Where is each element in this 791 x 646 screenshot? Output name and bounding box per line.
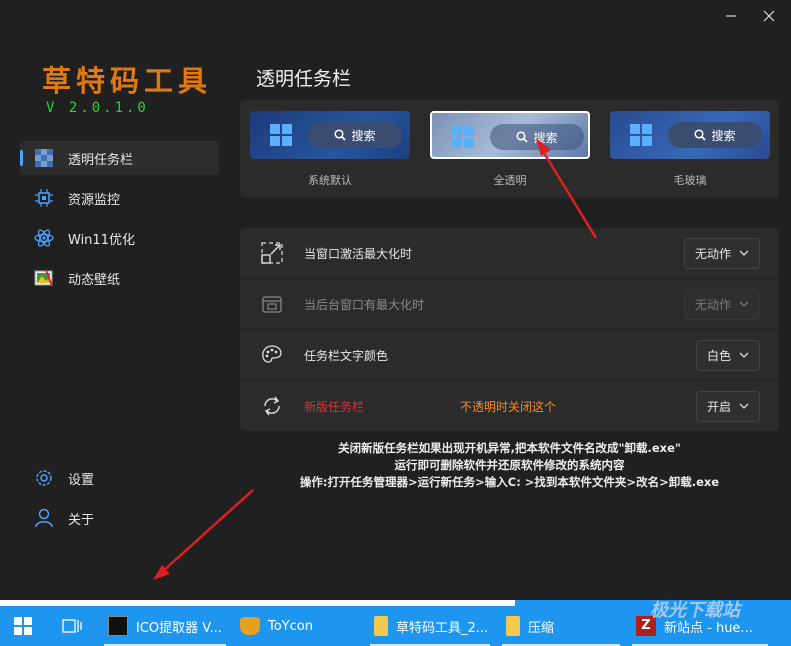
chevron-down-icon [739, 352, 749, 358]
minimize-icon [726, 15, 736, 17]
sidebar-item-win11-optimize[interactable]: Win11优化 [20, 221, 219, 255]
new-taskbar-dropdown[interactable]: 开启 [695, 390, 760, 422]
sidebar-bottom: 设置 关于 [20, 461, 219, 541]
ico-extractor-icon [108, 616, 128, 636]
notice-line: 运行即可删除软件并还原软件修改的系统内容 [394, 458, 625, 472]
windows-start-icon [14, 617, 32, 635]
sidebar-item-label: 设置 [68, 472, 95, 488]
close-button[interactable] [761, 8, 777, 24]
dropdown-value: 无动作 [694, 246, 731, 261]
sidebar-item-label: 透明任务栏 [68, 152, 134, 168]
sidebar-item-resource-monitor[interactable]: 资源监控 [20, 181, 219, 215]
task-view-icon [62, 619, 82, 633]
start-button[interactable] [14, 606, 32, 646]
window-background-icon [260, 292, 284, 316]
dropdown-value: 白色 [706, 348, 731, 363]
text-color-dropdown[interactable]: 白色 [695, 339, 760, 371]
taskbar-style-panel: 搜索 系统默认 搜索 全透明 搜索 毛玻璃 [240, 100, 779, 198]
background-maximized-dropdown: 无动作 [683, 288, 760, 320]
setting-row-text-color: 任务栏文字颜色 白色 [240, 330, 779, 380]
windows-logo-icon [452, 126, 474, 148]
task-view-button[interactable] [62, 606, 82, 646]
style-label: 全透明 [493, 174, 527, 187]
setting-label: 任务栏文字颜色 [304, 348, 389, 363]
gear-icon [34, 468, 54, 488]
maximize-icon [260, 241, 284, 265]
taskbar-item-label: 压缩 [528, 620, 555, 636]
notice-line: 操作:打开任务管理器>运行新任务>输入C: >找到本软件文件夹>改名>卸载.ex… [299, 475, 720, 489]
chip-icon [34, 188, 54, 208]
watermark: 极光下载站 [650, 600, 740, 621]
window-controls [723, 8, 777, 24]
style-card-frosted-glass[interactable]: 搜索 [610, 111, 770, 159]
sidebar-item-settings[interactable]: 设置 [20, 461, 219, 495]
refresh-icon [260, 394, 284, 418]
taskbar-item-ico-extractor[interactable]: ICO提取器 V... [104, 606, 226, 646]
chevron-down-icon [739, 301, 749, 307]
folder-icon [374, 616, 388, 636]
taskbar-item-toycon[interactable]: ToYcon [240, 606, 313, 646]
setting-note: 不透明时关闭这个 [460, 399, 557, 414]
setting-row-background-maximized: 当后台窗口有最大化时 无动作 [240, 279, 779, 329]
windows-logo-icon [630, 124, 652, 146]
setting-row-new-taskbar: 新版任务栏 不透明时关闭这个 开启 [240, 381, 779, 431]
style-label: 系统默认 [308, 174, 352, 187]
windows-logo-icon [270, 124, 292, 146]
sidebar: 透明任务栏 资源监控 Win11优化 动态壁纸 [20, 141, 219, 301]
taskbar-item-folder-compress[interactable]: 压缩 [502, 606, 620, 646]
settings-list: 当窗口激活最大化时 无动作 当后台窗口有最大化时 无动作 任务栏文字颜色 白色 [240, 228, 779, 432]
dropdown-value: 无动作 [694, 297, 731, 312]
chevron-down-icon [739, 403, 749, 409]
setting-label: 新版任务栏 [304, 399, 365, 414]
wallpaper-icon [34, 268, 54, 288]
minimize-button[interactable] [723, 8, 739, 24]
setting-label: 当后台窗口有最大化时 [304, 297, 425, 312]
search-label: 搜索 [711, 128, 736, 143]
search-label: 搜索 [351, 128, 376, 143]
setting-row-active-maximized: 当窗口激活最大化时 无动作 [240, 228, 779, 278]
search-box-preview: 搜索 [308, 122, 402, 148]
sidebar-item-label: 关于 [68, 512, 95, 528]
app-logo: 草特码工具 [42, 64, 213, 98]
page-title: 透明任务栏 [256, 68, 352, 90]
style-label: 毛玻璃 [673, 174, 707, 187]
style-card-full-transparent[interactable]: 搜索 [430, 111, 590, 159]
sidebar-item-label: 资源监控 [68, 192, 121, 208]
app-window: 草特码工具 V 2.0.1.0 透明任务栏 资源监控 Win11优化 动态壁纸 [0, 0, 791, 600]
taskbar-item-label: ICO提取器 V... [136, 620, 222, 636]
app-version: V 2.0.1.0 [46, 100, 149, 116]
uninstall-notice: 关闭新版任务栏如果出现开机异常,把本软件文件名改成"卸载.exe" 运行即可删除… [240, 440, 779, 491]
active-maximized-dropdown[interactable]: 无动作 [683, 237, 760, 269]
notice-line: 关闭新版任务栏如果出现开机异常,把本软件文件名改成"卸载.exe" [338, 441, 681, 455]
dropdown-value: 开启 [706, 399, 731, 414]
search-box-preview: 搜索 [668, 122, 762, 148]
search-label: 搜索 [533, 130, 558, 145]
style-card-system-default[interactable]: 搜索 [250, 111, 410, 159]
search-icon [334, 129, 347, 141]
atom-icon [34, 228, 54, 248]
mosaic-icon [34, 148, 54, 168]
taskbar-item-folder-tool[interactable]: 草特码工具_2... [370, 606, 490, 646]
sidebar-item-dynamic-wallpaper[interactable]: 动态壁纸 [20, 261, 219, 295]
taskbar-item-label: 草特码工具_2... [396, 620, 489, 636]
setting-label: 当窗口激活最大化时 [304, 246, 413, 261]
sidebar-item-about[interactable]: 关于 [20, 501, 219, 535]
sidebar-item-label: Win11优化 [68, 232, 135, 248]
user-icon [34, 508, 54, 528]
search-icon [516, 131, 529, 143]
chevron-down-icon [739, 250, 749, 256]
palette-icon [260, 343, 284, 367]
sidebar-item-label: 动态壁纸 [68, 272, 121, 288]
taskbar-item-label: ToYcon [268, 618, 313, 634]
folder-icon [506, 616, 520, 636]
toycon-icon [240, 617, 260, 635]
search-icon [694, 129, 707, 141]
close-icon [763, 10, 775, 22]
search-box-preview: 搜索 [490, 124, 584, 150]
sidebar-item-transparent-taskbar[interactable]: 透明任务栏 [20, 141, 219, 175]
